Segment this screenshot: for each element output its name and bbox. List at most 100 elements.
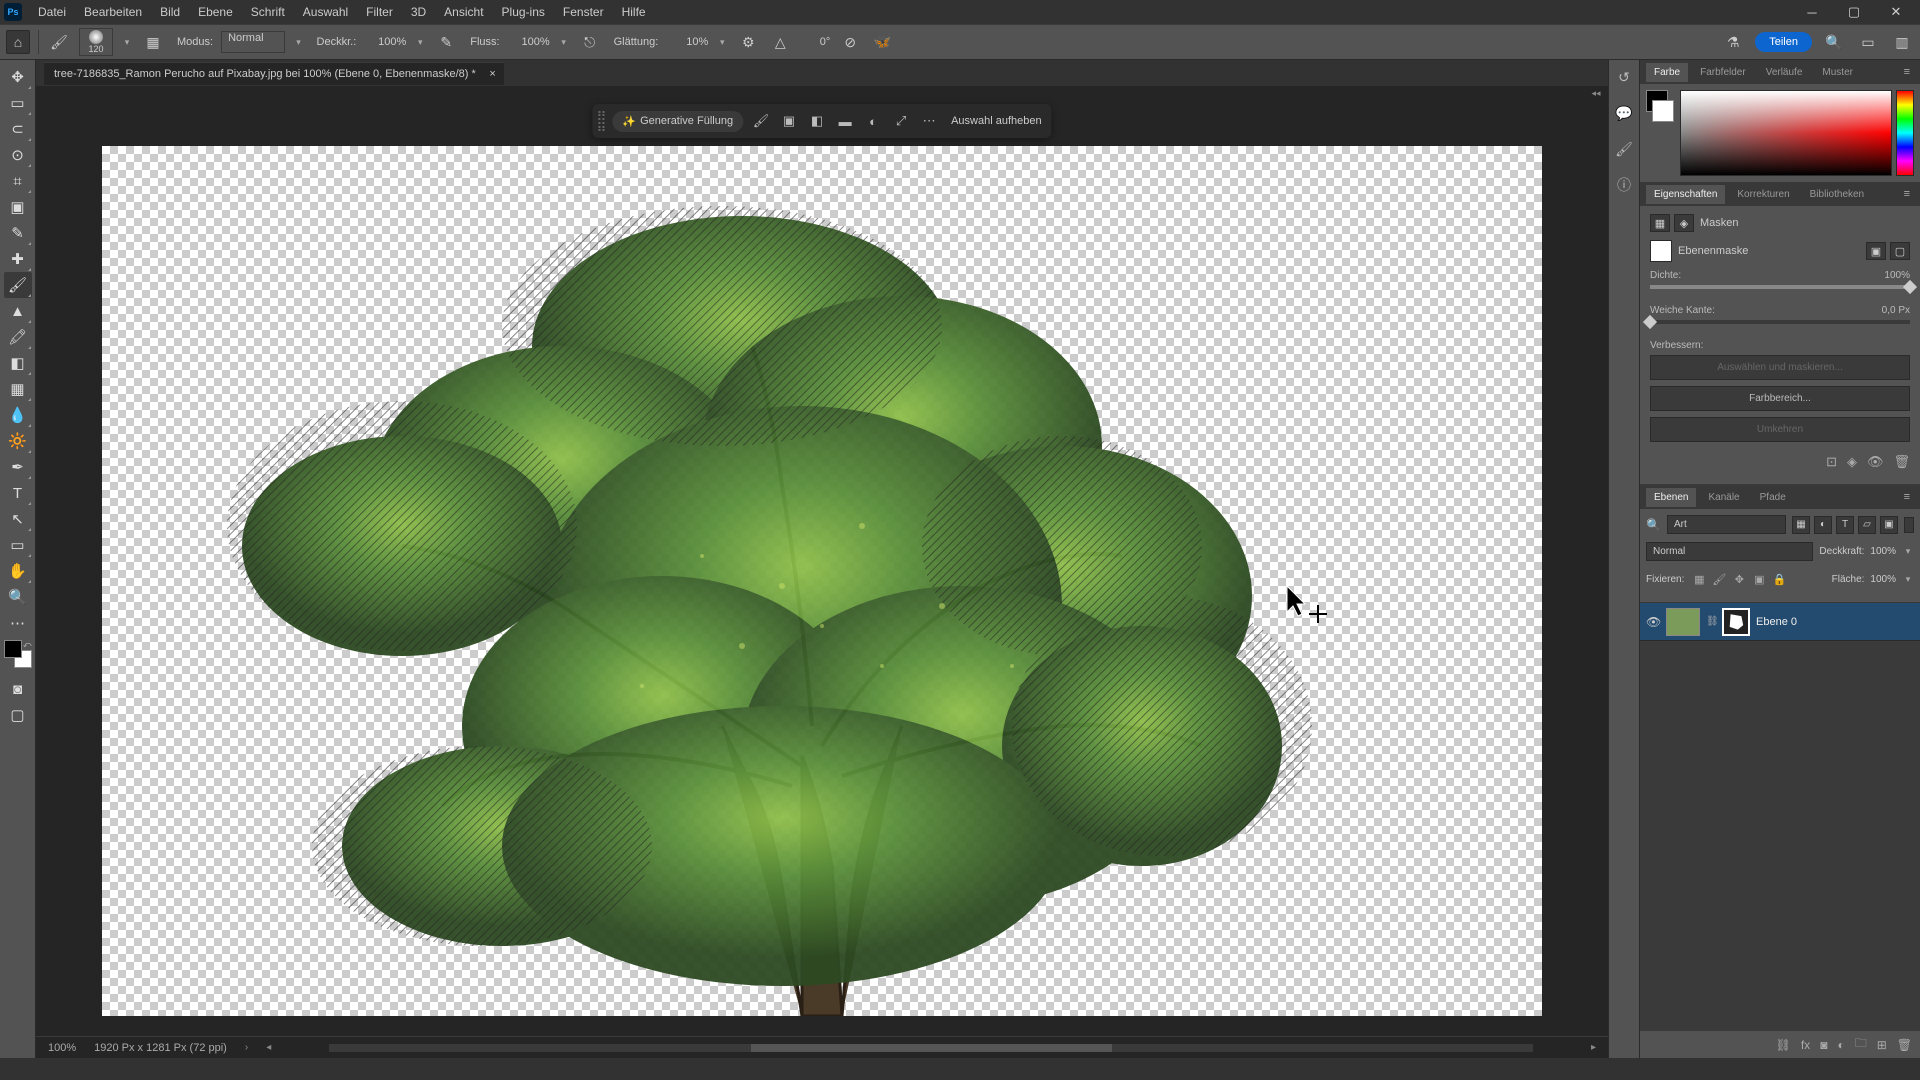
apply-mask-icon[interactable]: ◈: [1847, 454, 1857, 470]
select-and-mask-button[interactable]: Auswählen und maskieren...: [1650, 355, 1910, 380]
crop-tool[interactable]: ⌗: [4, 168, 32, 194]
layer-filter-select[interactable]: Art: [1667, 515, 1786, 534]
menu-layer[interactable]: Ebene: [190, 2, 241, 22]
density-slider[interactable]: [1650, 285, 1910, 289]
airbrush-icon[interactable]: ⎋: [578, 30, 602, 54]
brush-settings-icon[interactable]: ▦: [141, 30, 165, 54]
color-range-button[interactable]: Farbbereich...: [1650, 386, 1910, 411]
maximize-button[interactable]: ▢: [1834, 1, 1874, 23]
tab-channels[interactable]: Kanäle: [1700, 488, 1747, 507]
share-button[interactable]: Teilen: [1755, 32, 1812, 52]
workspace-icon[interactable]: ▭: [1856, 30, 1880, 54]
panel-menu-icon[interactable]: ≡: [1900, 491, 1914, 503]
flow-caret[interactable]: ▾: [558, 31, 570, 53]
smoothing-options-icon[interactable]: ⚙: [736, 30, 760, 54]
delete-layer-icon[interactable]: 🗑: [1897, 1038, 1912, 1052]
brush-tool[interactable]: 🖌: [4, 272, 32, 298]
scroll-right-icon[interactable]: ▸: [1591, 1042, 1596, 1053]
layer-row[interactable]: 👁 ⛓ Ebene 0: [1640, 603, 1920, 641]
layer-opacity-value[interactable]: 100%: [1870, 546, 1896, 557]
comments-icon[interactable]: 💬: [1613, 102, 1635, 124]
menu-file[interactable]: Datei: [30, 2, 74, 22]
layer-blend-select[interactable]: Normal: [1646, 542, 1813, 561]
feather-value[interactable]: 0,0 Px: [1882, 305, 1910, 316]
minimize-button[interactable]: ─: [1792, 1, 1832, 23]
close-button[interactable]: ✕: [1876, 1, 1916, 23]
canvas-viewport[interactable]: [36, 86, 1608, 1036]
layer-mask-link-icon[interactable]: ⛓: [1706, 616, 1716, 627]
eraser-tool[interactable]: ◧: [4, 350, 32, 376]
menu-image[interactable]: Bild: [152, 2, 188, 22]
tab-layers[interactable]: Ebenen: [1646, 488, 1696, 507]
layer-thumbnail[interactable]: [1666, 608, 1700, 636]
status-caret-icon[interactable]: ›: [245, 1042, 248, 1053]
color-swatch[interactable]: ⤺: [4, 640, 32, 668]
delete-mask-icon[interactable]: 🗑: [1893, 454, 1910, 470]
document-tab[interactable]: tree-7186835_Ramon Perucho auf Pixabay.j…: [44, 62, 504, 85]
density-value[interactable]: 100%: [1884, 270, 1910, 281]
tab-libraries[interactable]: Bibliotheken: [1802, 185, 1872, 204]
menu-filter[interactable]: Filter: [358, 2, 401, 22]
angle-input[interactable]: [800, 36, 830, 48]
menu-help[interactable]: Hilfe: [614, 2, 654, 22]
lock-artboard-icon[interactable]: ▣: [1750, 571, 1768, 587]
filter-type-icon[interactable]: T: [1836, 516, 1854, 534]
shape-tool[interactable]: ▭: [4, 532, 32, 558]
invert-button[interactable]: Umkehren: [1650, 417, 1910, 442]
opacity-caret[interactable]: ▾: [1902, 540, 1914, 562]
tool-preset-icon[interactable]: 🖌: [47, 30, 71, 54]
disable-mask-icon[interactable]: 👁: [1867, 454, 1884, 470]
blend-mode-select[interactable]: Normal: [221, 31, 284, 53]
home-icon[interactable]: ⌂: [6, 30, 30, 54]
tab-swatches[interactable]: Farbfelder: [1692, 63, 1754, 82]
mask-thumbnail[interactable]: [1650, 240, 1672, 262]
history-icon[interactable]: ↺: [1613, 66, 1635, 88]
flow-input[interactable]: [508, 36, 550, 48]
menu-3d[interactable]: 3D: [403, 2, 434, 22]
add-vector-mask-icon[interactable]: ▢: [1890, 242, 1910, 260]
brush-picker-caret[interactable]: ▾: [121, 31, 133, 53]
tab-color[interactable]: Farbe: [1646, 63, 1688, 82]
lock-paint-icon[interactable]: 🖌: [1710, 571, 1728, 587]
edit-toolbar[interactable]: ⋯: [4, 610, 32, 636]
opacity-caret[interactable]: ▾: [414, 31, 426, 53]
fill-value[interactable]: 100%: [1870, 574, 1896, 585]
history-brush-tool[interactable]: 🖍: [4, 324, 32, 350]
beaker-icon[interactable]: ⚗: [1721, 30, 1745, 54]
layer-fx-icon[interactable]: fx: [1801, 1038, 1810, 1052]
eyedropper-tool[interactable]: ✎: [4, 220, 32, 246]
arrange-icon[interactable]: ▥: [1890, 30, 1914, 54]
angle-icon[interactable]: △: [768, 30, 792, 54]
screen-mode-icon[interactable]: ▢: [4, 702, 32, 728]
vector-mask-icon[interactable]: ◈: [1674, 214, 1694, 232]
horizontal-scrollbar[interactable]: [329, 1044, 1533, 1052]
path-select-tool[interactable]: ↖: [4, 506, 32, 532]
hand-tool[interactable]: ✋: [4, 558, 32, 584]
hue-strip[interactable]: [1896, 90, 1914, 176]
tab-gradients[interactable]: Verläufe: [1758, 63, 1811, 82]
marquee-tool[interactable]: ▭: [4, 90, 32, 116]
tab-close-icon[interactable]: ×: [489, 68, 495, 80]
lock-all-icon[interactable]: 🔒: [1770, 571, 1788, 587]
menu-edit[interactable]: Bearbeiten: [76, 2, 150, 22]
dodge-tool[interactable]: 🔆: [4, 428, 32, 454]
menu-select[interactable]: Auswahl: [295, 2, 356, 22]
layer-name[interactable]: Ebene 0: [1756, 616, 1797, 628]
symmetry-icon[interactable]: 🦋: [870, 30, 894, 54]
brushes-icon[interactable]: 🖌: [1613, 138, 1635, 160]
zoom-tool[interactable]: 🔍: [4, 584, 32, 610]
filter-smart-icon[interactable]: ▣: [1880, 516, 1898, 534]
tab-paths[interactable]: Pfade: [1752, 488, 1794, 507]
add-pixel-mask-icon[interactable]: ▣: [1866, 242, 1886, 260]
opacity-input[interactable]: [364, 36, 406, 48]
load-selection-icon[interactable]: ⊡: [1826, 454, 1837, 470]
info-icon[interactable]: ⓘ: [1613, 174, 1635, 196]
move-tool[interactable]: ✥: [4, 64, 32, 90]
tab-adjustments[interactable]: Korrekturen: [1729, 185, 1797, 204]
smoothing-caret[interactable]: ▾: [716, 31, 728, 53]
menu-window[interactable]: Fenster: [555, 2, 612, 22]
feather-slider[interactable]: [1650, 320, 1910, 324]
layer-mask-thumbnail[interactable]: [1722, 608, 1750, 636]
menu-view[interactable]: Ansicht: [436, 2, 491, 22]
swap-colors-icon[interactable]: ⤺: [23, 640, 32, 650]
